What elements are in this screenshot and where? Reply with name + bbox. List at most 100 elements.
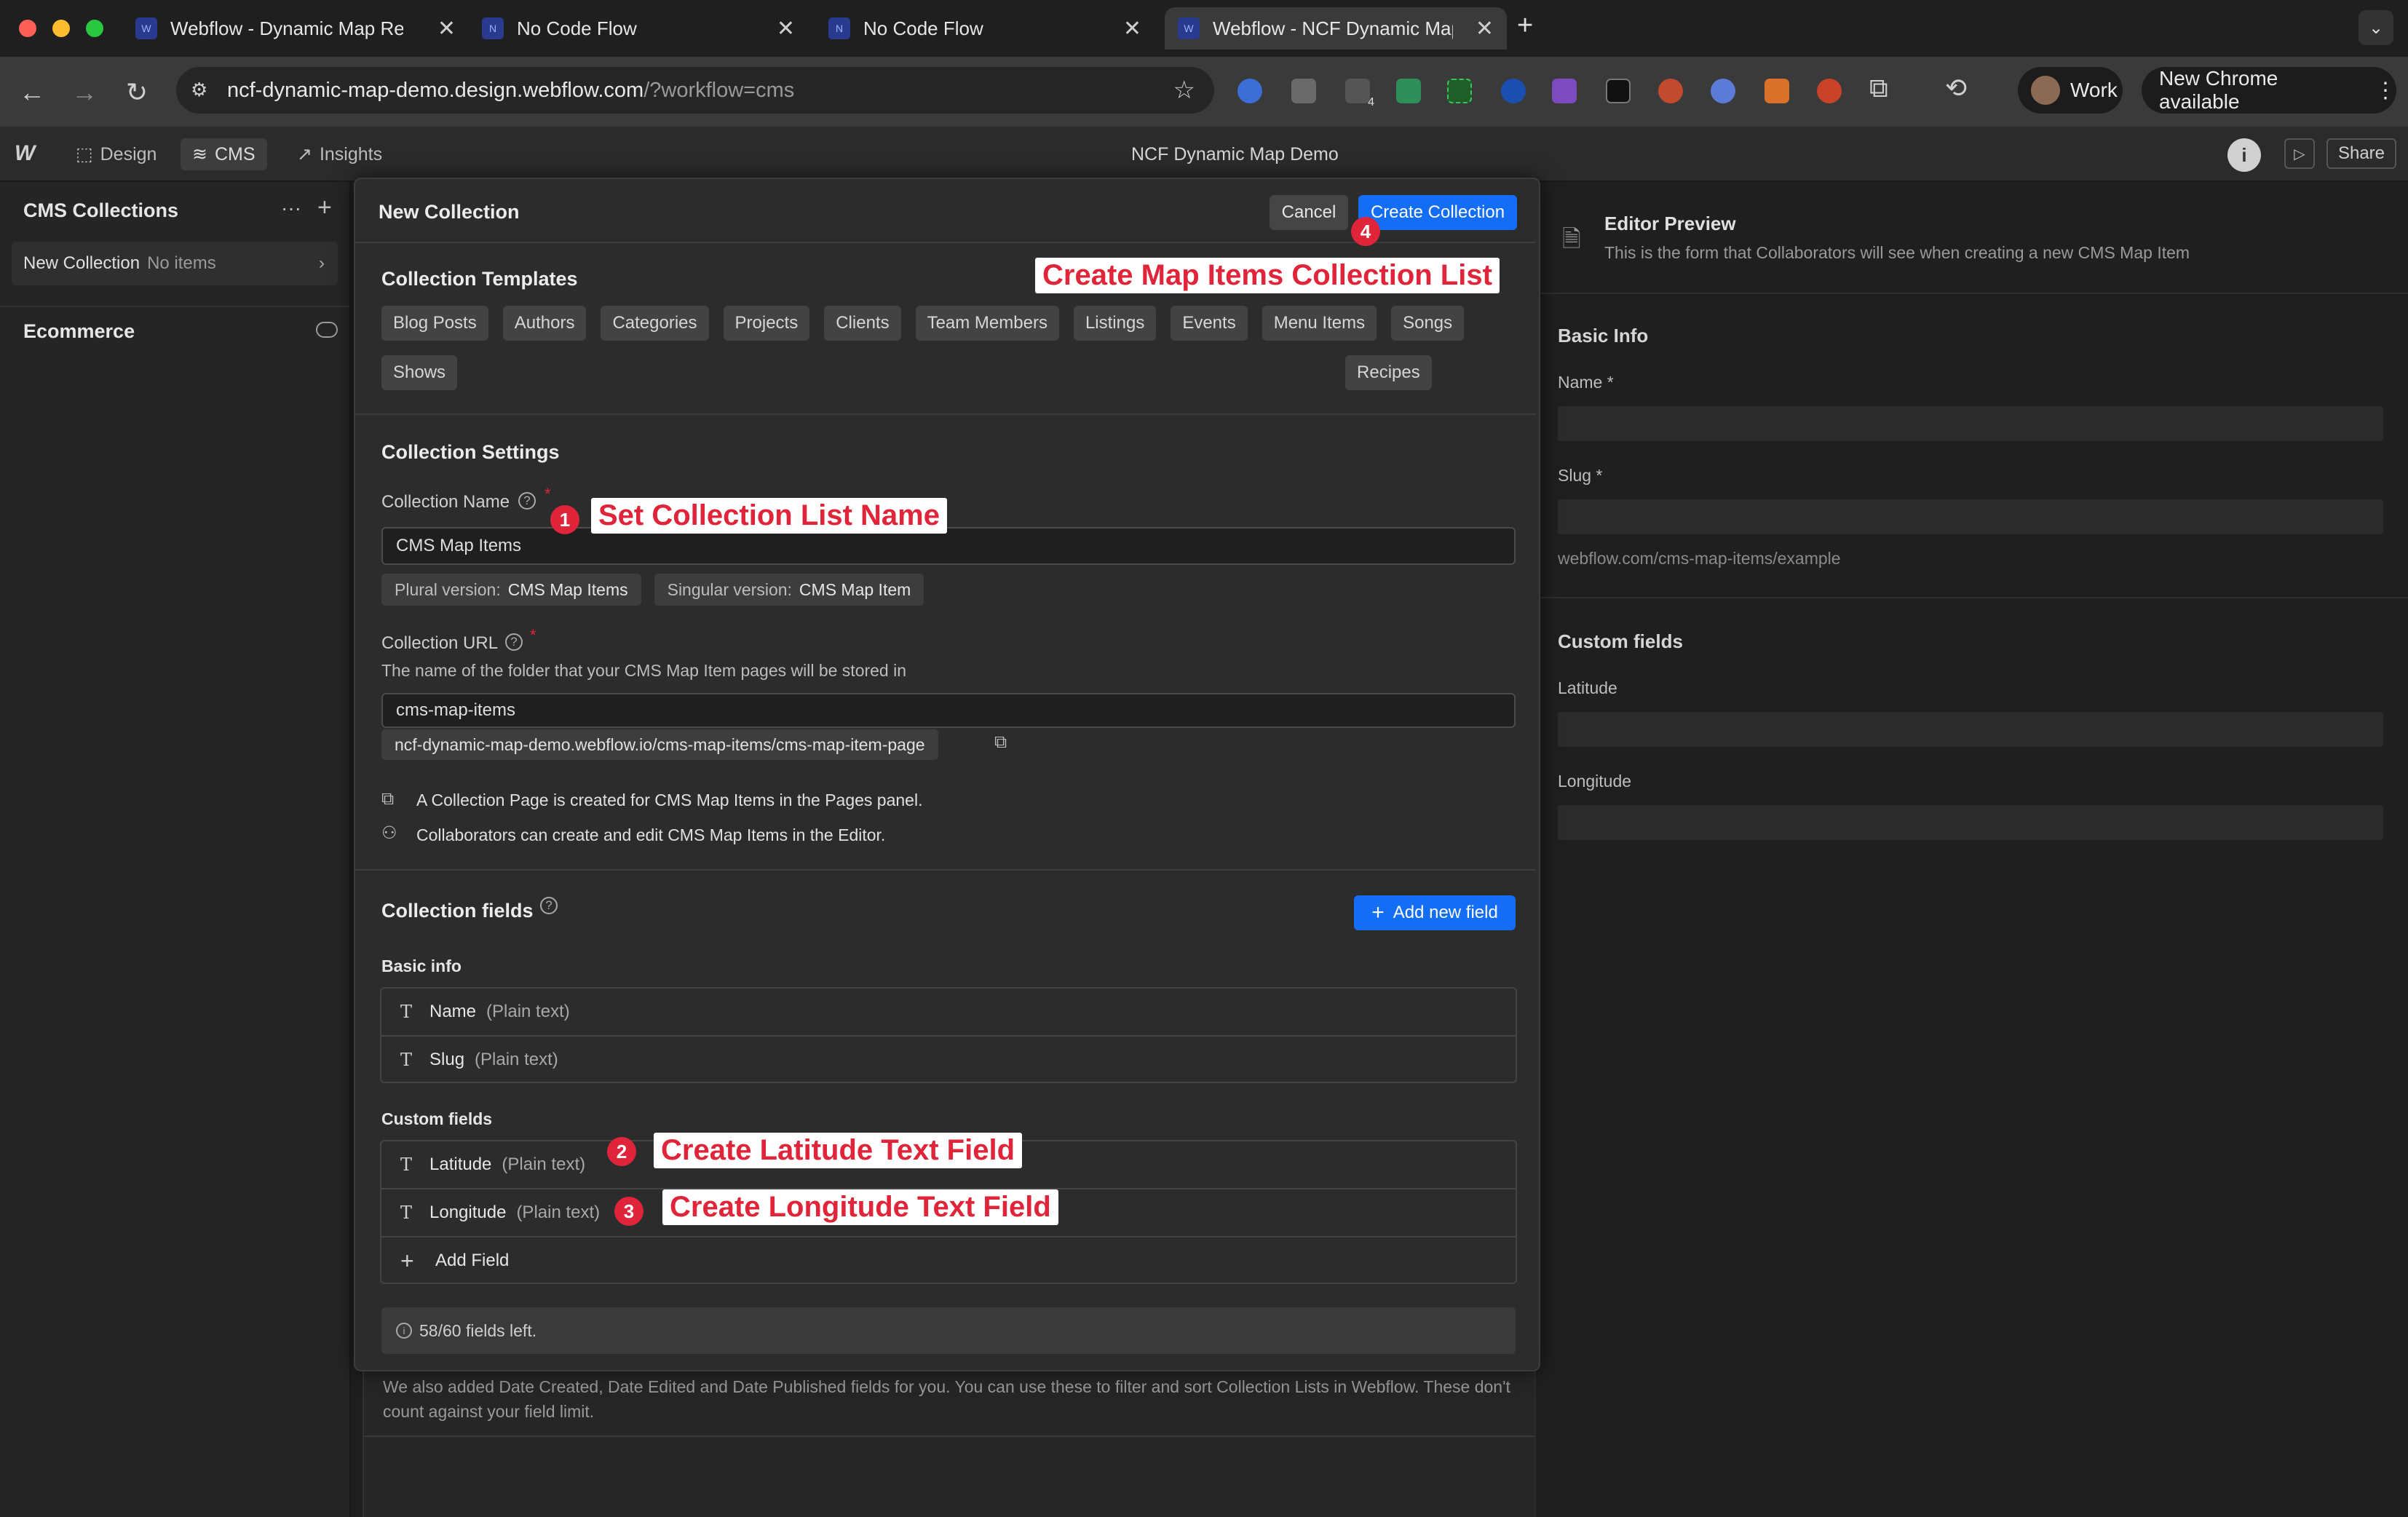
footnote: We also added Date Created, Date Edited … (383, 1377, 1510, 1421)
extension-icon[interactable] (1658, 79, 1683, 103)
preview-longitude-field[interactable] (1558, 805, 2383, 840)
browser-tab-active[interactable]: W Webflow - NCF Dynamic Map ✕ (1165, 7, 1507, 49)
field-row-slug[interactable]: T Slug (Plain text) (381, 1037, 1516, 1083)
browser-tab[interactable]: N No Code Flow ✕ (828, 7, 1141, 49)
template-chip-list: Blog Posts Authors Categories Projects C… (381, 306, 1517, 390)
panel-title: CMS Collections (23, 199, 179, 221)
close-icon[interactable]: ✕ (777, 16, 795, 41)
collection-list-item[interactable]: New Collection No items › (12, 242, 338, 285)
address-bar[interactable]: ⚙ ncf-dynamic-map-demo.design.webflow.co… (176, 67, 1214, 114)
browser-tab[interactable]: W Webflow - Dynamic Map Real ✕ (135, 7, 456, 49)
profile-button[interactable]: Work (2018, 67, 2123, 114)
reload-icon[interactable]: ↻ (122, 77, 151, 108)
password-manager-icon[interactable] (1237, 79, 1262, 103)
puzzle-icon[interactable]: ⧉ (1869, 73, 1888, 104)
modal-overflow: We also added Date Created, Date Edited … (363, 1369, 1537, 1517)
extension-icon[interactable] (1552, 79, 1577, 103)
add-field-row[interactable]: + Add Field (381, 1237, 1516, 1284)
info-collaborators: Collaborators can create and edit CMS Ma… (416, 825, 886, 844)
add-new-field-button[interactable]: + Add new field (1354, 895, 1516, 930)
templates-heading: Collection Templates (381, 268, 578, 290)
template-chip[interactable]: Categories (601, 306, 709, 341)
extension-icon[interactable] (1396, 79, 1421, 103)
chrome-update-button[interactable]: New Chrome available ⋮ (2142, 67, 2396, 114)
webflow-logo-icon[interactable]: W (15, 141, 35, 166)
tab-search-icon[interactable]: ⌄ (2359, 10, 2393, 45)
preview-latitude-label: Latitude (1558, 678, 1617, 697)
extension-icon[interactable]: 4 (1345, 79, 1374, 108)
browser-tab-strip: W Webflow - Dynamic Map Real ✕ N No Code… (0, 0, 2408, 57)
template-chip[interactable]: Events (1171, 306, 1248, 341)
menu-dots-icon: ⋮ (2375, 78, 2396, 103)
help-circle-icon[interactable]: ? (505, 633, 523, 651)
tab-insights[interactable]: ↗ Insights (285, 138, 394, 170)
forward-icon[interactable]: → (70, 77, 99, 108)
info-icon: i (396, 1323, 412, 1339)
more-icon[interactable]: ··· (281, 197, 301, 220)
template-chip[interactable]: Clients (824, 306, 901, 341)
design-icon: ⬚ (76, 144, 93, 165)
divider (364, 1435, 1536, 1437)
tab-design[interactable]: ⬚ Design (64, 138, 168, 170)
history-icon[interactable]: ⟲ (1945, 73, 1967, 103)
close-window-button[interactable] (19, 20, 36, 37)
template-chip[interactable]: Shows (381, 355, 458, 390)
site-settings-icon[interactable]: ⚙ (191, 79, 207, 101)
extension-icon[interactable] (1817, 79, 1842, 103)
close-icon[interactable]: ✕ (437, 16, 456, 41)
copy-icon[interactable]: ⧉ (994, 732, 1007, 753)
preview-name-field[interactable] (1558, 406, 2383, 441)
screenshot-icon[interactable] (1447, 79, 1472, 103)
collection-url-input[interactable]: cms-map-items (381, 693, 1516, 728)
preview-latitude-field[interactable] (1558, 712, 2383, 747)
help-circle-icon[interactable]: ? (540, 897, 558, 914)
preview-slug-field[interactable] (1558, 499, 2383, 534)
tab-cms[interactable]: ≋ CMS (181, 138, 267, 170)
template-chip[interactable]: Listings (1073, 306, 1157, 341)
browser-tab[interactable]: N No Code Flow ✕ (482, 7, 795, 49)
close-icon[interactable]: ✕ (1123, 16, 1141, 41)
template-chip[interactable]: Recipes (1345, 355, 1432, 390)
close-icon[interactable]: ✕ (1476, 16, 1494, 41)
maximize-window-button[interactable] (86, 20, 103, 37)
new-tab-icon[interactable]: + (1517, 10, 1533, 41)
template-chip[interactable]: Projects (723, 306, 810, 341)
template-chip[interactable]: Menu Items (1262, 306, 1377, 341)
help-icon[interactable]: i (2227, 138, 2261, 172)
document-search-icon: 🗎 (1562, 226, 1581, 252)
singular-tag: Singular version: CMS Map Item (654, 574, 924, 606)
info-collection-page: A Collection Page is created for CMS Map… (416, 791, 923, 809)
create-collection-button[interactable]: Create Collection (1358, 195, 1517, 230)
chart-icon: ↗ (297, 144, 312, 165)
preview-play-icon[interactable]: ▷ (2284, 138, 2315, 169)
template-chip[interactable]: Songs (1391, 306, 1465, 341)
template-chip[interactable]: Blog Posts (381, 306, 488, 341)
eye-icon[interactable] (316, 322, 338, 338)
bookmark-star-icon[interactable]: ☆ (1173, 76, 1195, 105)
preview-title: Editor Preview (1604, 213, 1736, 234)
share-button[interactable]: Share (2326, 138, 2396, 169)
extension-icon[interactable] (1765, 79, 1789, 103)
help-circle-icon[interactable]: ? (518, 492, 536, 510)
collection-name-input[interactable]: CMS Map Items (381, 527, 1516, 565)
field-row-name[interactable]: T Name (Plain text) (381, 989, 1516, 1035)
extension-icon[interactable] (1501, 79, 1526, 103)
ncf-icon: N (482, 17, 504, 39)
cancel-button[interactable]: Cancel (1270, 195, 1348, 230)
basic-info-label: Basic info (381, 956, 462, 975)
step-badge: 4 (1351, 217, 1380, 246)
template-chip[interactable]: Team Members (915, 306, 1059, 341)
modal-title: New Collection (379, 201, 520, 223)
template-chip[interactable]: Authors (502, 306, 587, 341)
ecommerce-heading: Ecommerce (23, 320, 135, 342)
extension-icon[interactable] (1711, 79, 1735, 103)
step-badge: 2 (607, 1137, 636, 1166)
extension-icon[interactable] (1606, 79, 1631, 103)
divider (355, 413, 1536, 415)
divider (0, 306, 349, 307)
preview-basic-heading: Basic Info (1558, 325, 1649, 346)
minimize-window-button[interactable] (52, 20, 70, 37)
camera-icon[interactable] (1291, 79, 1316, 103)
add-collection-icon[interactable]: + (317, 194, 332, 222)
back-icon[interactable]: ← (17, 77, 47, 108)
